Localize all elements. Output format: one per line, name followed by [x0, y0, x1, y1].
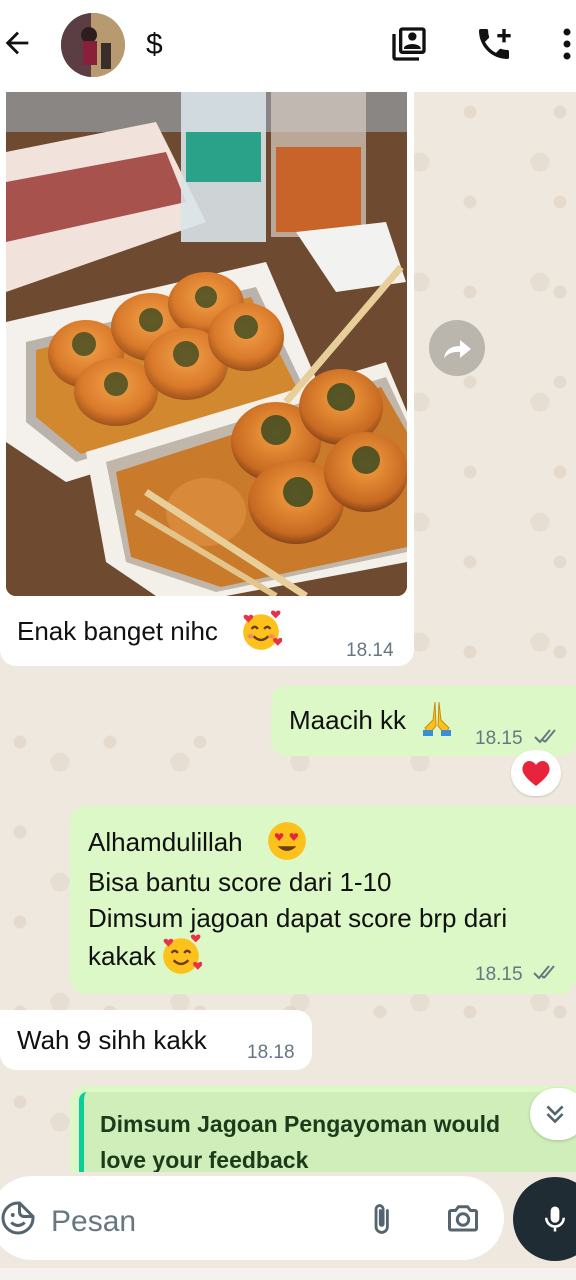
message-line: Alhamdulillah — [88, 827, 243, 857]
feedback-line: Dimsum Jagoan Pengayoman would — [100, 1111, 501, 1137]
heart-eyes-icon — [266, 820, 308, 867]
smiling-face-with-hearts-icon — [240, 610, 283, 657]
scroll-to-bottom-button[interactable] — [530, 1088, 576, 1140]
message-text: Wah 9 sihh kakk — [17, 1025, 207, 1055]
composer-bar: Pesan — [0, 1172, 576, 1280]
folded-hands-icon — [419, 698, 455, 743]
image-message-bubble[interactable]: Enak banget nihc 18.14 — [0, 92, 414, 666]
microphone-icon — [545, 1206, 565, 1232]
feedback-card[interactable]: Dimsum Jagoan Pengayoman would love your… — [79, 1092, 576, 1172]
message-line: Bisa bantu score dari 1-10 — [88, 867, 392, 897]
back-arrow-icon[interactable] — [0, 26, 34, 60]
incoming-message-bubble[interactable]: Wah 9 sihh kakk 18.18 — [0, 1010, 312, 1070]
message-time: 18.14 — [346, 640, 394, 661]
avatar[interactable] — [61, 13, 125, 77]
sticker-icon[interactable] — [0, 1200, 36, 1241]
forward-icon — [444, 340, 471, 358]
system-nav-bar — [0, 1268, 576, 1280]
message-text: Maacih kk — [289, 705, 407, 735]
reaction-heart[interactable] — [511, 750, 561, 796]
attach-icon[interactable] — [364, 1200, 398, 1243]
read-ticks-icon — [533, 726, 563, 746]
outgoing-message-bubble[interactable]: Alhamdulillah Bisa bantu score dari 1-10… — [70, 806, 576, 994]
double-chevron-down-icon — [546, 1105, 564, 1124]
message-input[interactable]: Pesan — [0, 1176, 504, 1260]
outgoing-message-bubble[interactable]: Dimsum Jagoan Pengayoman would love your… — [70, 1086, 576, 1172]
feedback-line: love your feedback — [100, 1147, 309, 1172]
message-input-placeholder: Pesan — [51, 1205, 137, 1238]
feedback-text: Dimsum Jagoan Pengayoman would love your… — [100, 1106, 540, 1172]
contacts-icon[interactable] — [389, 24, 429, 64]
chat-header: $ — [0, 0, 576, 92]
message-time: 18.15 — [475, 728, 523, 749]
camera-icon[interactable] — [444, 1200, 482, 1241]
red-heart-icon — [522, 760, 550, 786]
message-text: Enak banget nihc — [17, 616, 218, 646]
food-photo[interactable] — [6, 92, 407, 596]
more-vertical-icon[interactable] — [552, 24, 576, 64]
add-call-icon[interactable] — [474, 24, 514, 64]
message-line: Dimsum jagoan dapat score brp dari — [88, 903, 508, 933]
read-ticks-icon — [532, 962, 562, 982]
smiling-face-with-hearts-icon — [160, 934, 203, 981]
message-time: 18.18 — [247, 1042, 295, 1063]
message-line: kakak — [88, 941, 156, 971]
forward-button[interactable] — [429, 320, 485, 376]
outgoing-message-bubble[interactable]: Maacih kk 18.15 — [271, 686, 576, 756]
contact-name[interactable]: $ — [146, 28, 163, 62]
message-time: 18.15 — [475, 964, 523, 985]
